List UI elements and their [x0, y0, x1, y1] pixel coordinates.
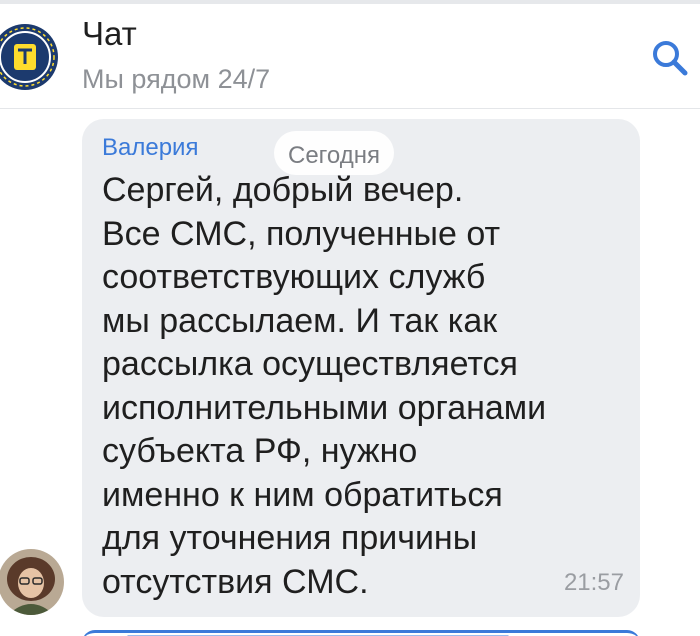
message-text: Сергей, добрый вечер. Все СМС, полученны…: [102, 171, 547, 601]
operator-avatar[interactable]: [0, 549, 64, 615]
chat-screen: Чат Мы рядом 24/7 Валерия Сергей, добрый…: [0, 0, 700, 636]
search-icon: [653, 41, 688, 76]
date-separator: Сегодня: [274, 131, 394, 175]
message-bubble[interactable]: Валерия Сергей, добрый вечер. Все СМС, п…: [82, 119, 640, 617]
message-list[interactable]: Валерия Сергей, добрый вечер. Все СМС, п…: [0, 109, 700, 636]
next-message-bubble-edge: [82, 630, 640, 636]
search-button[interactable]: [648, 36, 692, 80]
message-time: 21:57: [563, 569, 624, 596]
message-sender: Валерия: [102, 134, 199, 161]
chat-title: Чат: [82, 15, 137, 52]
chat-header: Чат Мы рядом 24/7: [0, 4, 700, 109]
bank-logo-icon[interactable]: [0, 24, 58, 90]
chat-subtitle: Мы рядом 24/7: [82, 64, 271, 94]
